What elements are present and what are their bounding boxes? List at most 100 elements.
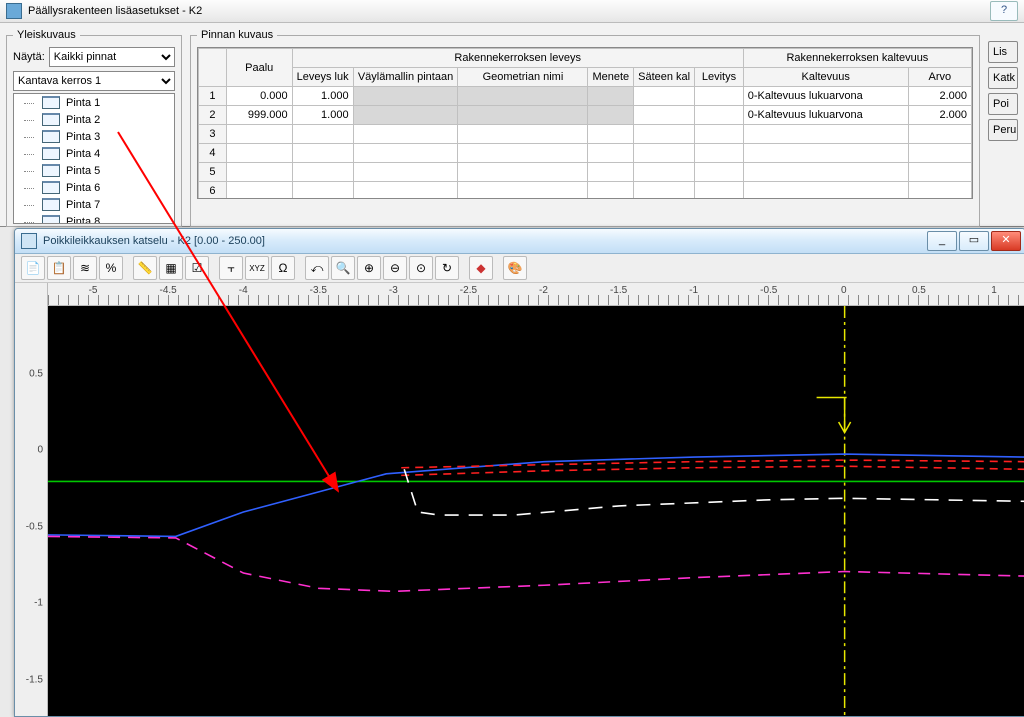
button-column: Lis Katk Poi Peru [988,29,1018,227]
toolbar-zoom-win-icon[interactable]: 🔍 [331,256,355,280]
table-row[interactable]: 6 [199,182,972,200]
layer-icon [42,96,60,109]
table-row[interactable]: 5 [199,163,972,182]
col-group-header: Rakennekerroksen kaltevuus [743,49,971,68]
toolbar-palette-icon[interactable]: 🎨 [503,256,527,280]
layer-icon [42,113,60,126]
tree-item: Pinta 7 [14,196,174,213]
toolbar-snap-icon[interactable]: Ω [271,256,295,280]
tree-item: Pinta 1 [14,94,174,111]
toolbar-refresh-icon[interactable]: ↻ [435,256,459,280]
toolbar-axis-icon[interactable]: ⫟ [219,256,243,280]
toolbar-zoom-center-icon[interactable]: ⊕ [357,256,381,280]
col-header[interactable]: Menete [588,68,634,87]
data-grid-wrapper[interactable]: Paalu Rakennekerroksen leveys Rakenneker… [197,47,973,199]
cross-section-window: Poikkileikkauksen katselu - K2 [0.00 - 2… [14,228,1024,717]
series-blue [48,454,1024,536]
data-grid[interactable]: Paalu Rakennekerroksen leveys Rakenneker… [198,48,972,199]
x-ruler: -5-4.5-4-3.5-3-2.5-2-1.5-1-0.500.51 [48,283,1024,306]
layer-icon [42,181,60,194]
layer-icon [42,164,60,177]
layer-icon [42,130,60,143]
graph-region: ↔ 0.50-0.5-1-1.5 -5-4.5-4-3.5-3-2.5-2-1.… [15,283,1024,717]
col-header[interactable]: Arvo [908,68,971,87]
window-title: Päällysrakenteen lisäasetukset - K2 [28,5,984,17]
show-select[interactable]: Kaikki pinnat [49,47,175,67]
cross-section-plot[interactable] [48,306,1024,717]
x-tick-label: -5 [89,285,98,296]
x-tick-label: 0.5 [912,285,926,296]
toolbar-pick-icon[interactable]: ☑ [185,256,209,280]
y-tick-label: -1 [34,598,43,609]
toolbar-grid-icon[interactable]: ▦ [159,256,183,280]
help-button[interactable]: ? [990,1,1018,21]
table-row[interactable]: 3 [199,125,972,144]
tree-item: Pinta 4 [14,145,174,162]
x-tick-label: -3.5 [310,285,327,296]
x-tick-label: -1 [689,285,698,296]
series-white [404,469,1024,515]
col-header[interactable]: Paalu [226,49,292,87]
app-icon [6,3,22,19]
layer-icon [42,215,60,224]
toolbar-zoom-prev-icon[interactable]: ⤺ [305,256,329,280]
x-tick-label: -3 [389,285,398,296]
tree-item: Pinta 3 [14,128,174,145]
y-tick-label: 0 [37,445,43,456]
toolbar-btn-4[interactable]: % [99,256,123,280]
toolbar-btn-2[interactable]: 📋 [47,256,71,280]
x-tick-label: -2.5 [460,285,477,296]
col-group-header: Rakennekerroksen leveys [292,49,743,68]
surface-tree[interactable]: Pinta 1 Pinta 2 Pinta 3 Pinta 4 Pinta 5 … [13,93,175,224]
col-header[interactable]: Väylämallin pintaan [353,68,458,87]
y-tick-label: -1.5 [26,674,43,685]
viewer-app-icon [21,233,37,249]
col-header[interactable]: Kaltevuus [743,68,908,87]
x-tick-label: -1.5 [610,285,627,296]
overview-legend: Yleiskuvaus [13,29,80,41]
tree-item: Pinta 8 [14,213,174,224]
maximize-button[interactable]: ▭ [959,231,989,251]
toolbar-xyz-icon[interactable]: XYZ [245,256,269,280]
y-tick-label: 0.5 [29,368,43,379]
toolbar-layers-icon[interactable]: ◆ [469,256,493,280]
tree-item: Pinta 5 [14,162,174,179]
tree-item: Pinta 2 [14,111,174,128]
x-tick-label: -0.5 [760,285,777,296]
toolbar-btn-3[interactable]: ≋ [73,256,97,280]
viewer-toolbar: 📄 📋 ≋ % 📏 ▦ ☑ ⫟ XYZ Ω ⤺ 🔍 ⊕ ⊖ ⊙ ↻ ◆ 🎨 [15,254,1024,283]
toolbar-ruler-icon[interactable]: 📏 [133,256,157,280]
toolbar-btn-1[interactable]: 📄 [21,256,45,280]
show-label: Näytä: [13,51,45,63]
col-header[interactable]: Geometrian nimi [458,68,588,87]
table-row[interactable]: 10.0001.0000-Kaltevuus lukuarvona2.000 [199,87,972,106]
viewer-titlebar[interactable]: Poikkileikkauksen katselu - K2 [0.00 - 2… [15,229,1024,254]
break-button[interactable]: Katk [988,67,1018,89]
layer-icon [42,147,60,160]
toolbar-zoom-ext-icon[interactable]: ⊙ [409,256,433,280]
col-header[interactable]: Leveys luk [292,68,353,87]
layer-icon [42,198,60,211]
x-tick-label: -4 [239,285,248,296]
x-tick-label: -2 [539,285,548,296]
close-button[interactable]: ✕ [991,231,1021,251]
tree-item: Pinta 6 [14,179,174,196]
cancel-button[interactable]: Peru [988,119,1018,141]
col-header[interactable]: Levitys [695,68,744,87]
x-tick-label: 1 [991,285,997,296]
series-red-lower [401,466,1024,475]
toolbar-zoom-out-icon[interactable]: ⊖ [383,256,407,280]
layer-select[interactable]: Kantava kerros 1 [13,71,175,91]
series-red-upper [401,460,1024,468]
surface-desc-group: Pinnan kuvaus Paalu Rakennekerroksen lev… [190,29,980,227]
col-header[interactable]: Säteen kal [634,68,695,87]
minimize-button[interactable]: _ [927,231,957,251]
viewer-title: Poikkileikkauksen katselu - K2 [0.00 - 2… [43,235,921,247]
remove-button[interactable]: Poi [988,93,1018,115]
x-tick-label: -4.5 [159,285,176,296]
add-button[interactable]: Lis [988,41,1018,63]
settings-window: Päällysrakenteen lisäasetukset - K2 ? Yl… [0,0,1024,227]
table-row[interactable]: 4 [199,144,972,163]
table-row[interactable]: 2999.0001.0000-Kaltevuus lukuarvona2.000 [199,106,972,125]
y-ruler: 0.50-0.5-1-1.5 [15,283,48,717]
